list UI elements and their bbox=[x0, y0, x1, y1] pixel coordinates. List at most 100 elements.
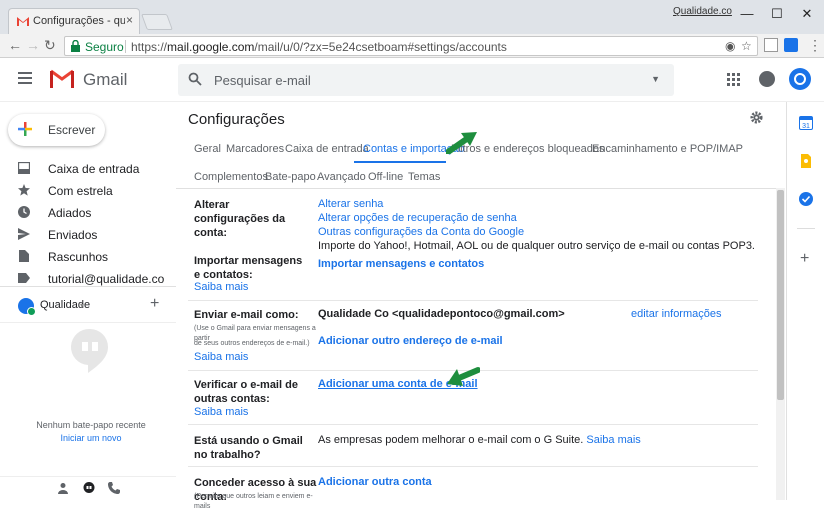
learn-more-link[interactable]: Saiba mais bbox=[194, 351, 248, 363]
row-divider bbox=[188, 424, 758, 425]
new-tab-button[interactable] bbox=[141, 14, 173, 30]
browser-tab[interactable]: Configurações - qualidade × bbox=[8, 8, 140, 34]
sidebar-item-label: Com estrela bbox=[48, 184, 113, 198]
chevron-down-icon[interactable]: ▾ bbox=[80, 301, 84, 310]
add-another-account-link[interactable]: Adicionar outra conta bbox=[318, 476, 432, 488]
person-icon[interactable] bbox=[57, 482, 69, 494]
inbox-icon bbox=[18, 162, 30, 174]
start-chat-link[interactable]: Iniciar um novo bbox=[0, 433, 182, 443]
import-mail-link[interactable]: Importar mensagens e contatos bbox=[318, 258, 484, 270]
change-password-link[interactable]: Alterar senha bbox=[318, 198, 383, 210]
tab-close-icon[interactable]: × bbox=[126, 13, 133, 27]
google-account-link[interactable]: Outras configurações da Conta do Google bbox=[318, 226, 524, 238]
row-divider bbox=[188, 466, 758, 467]
tab-themes[interactable]: Temas bbox=[408, 171, 440, 183]
account-avatar[interactable] bbox=[789, 68, 811, 90]
add-address-link[interactable]: Adicionar outro endereço de e-mail bbox=[318, 335, 503, 347]
draft-icon bbox=[19, 250, 29, 262]
chat-bubble-icon bbox=[70, 328, 108, 373]
learn-more-link[interactable]: Saiba mais bbox=[194, 281, 248, 293]
tab-general[interactable]: Geral bbox=[194, 143, 221, 155]
close-window-icon[interactable]: ✕ bbox=[792, 3, 822, 25]
tabs-divider bbox=[176, 188, 782, 189]
search-icon[interactable] bbox=[188, 72, 202, 86]
sidebar-item-label: Caixa de entrada bbox=[48, 162, 140, 176]
keep-icon[interactable] bbox=[799, 154, 813, 168]
svg-text:31: 31 bbox=[802, 123, 810, 130]
send-as-help-2: de seus outros endereços de e-mail.) bbox=[194, 340, 310, 347]
scrollbar-thumb[interactable] bbox=[777, 190, 784, 400]
change-recovery-link[interactable]: Alterar opções de recuperação de senha bbox=[318, 212, 517, 224]
hangouts-avatar[interactable] bbox=[18, 298, 36, 316]
calendar-icon[interactable]: 31 bbox=[799, 116, 813, 130]
sidebar-item-snoozed[interactable]: Adiados bbox=[0, 202, 176, 224]
learn-more-link[interactable]: Saiba mais bbox=[194, 406, 248, 418]
search-options-icon[interactable]: ▼ bbox=[651, 74, 660, 84]
tab-labels[interactable]: Marcadores bbox=[226, 143, 284, 155]
reload-icon[interactable]: ↻ bbox=[44, 37, 56, 54]
url-path: /mail/u/0/?zx=5e24csetboam#settings/acco… bbox=[254, 40, 507, 54]
lock-icon bbox=[71, 40, 80, 52]
gmail-favicon-icon bbox=[17, 17, 29, 26]
compose-button[interactable]: Escrever bbox=[8, 114, 105, 146]
add-chat-icon[interactable]: + bbox=[150, 295, 159, 313]
sidebar-item-drafts[interactable]: Rascunhos bbox=[0, 246, 176, 268]
grant-access-help: (Permite que outros leiam e enviem e-mai… bbox=[194, 493, 313, 510]
sidebar-item-label: Enviados bbox=[48, 228, 98, 242]
menu-dots-icon[interactable]: ⋮ bbox=[808, 37, 822, 54]
extension-icon[interactable] bbox=[764, 38, 778, 52]
search-input[interactable] bbox=[214, 71, 614, 89]
address-bar[interactable]: Seguro https://mail.google.com/mail/u/0/… bbox=[64, 36, 758, 56]
tab-title: Configurações - qualidade bbox=[33, 15, 125, 27]
sidebar-item-label: tutorial@qualidade.co bbox=[48, 272, 165, 286]
notifications-icon[interactable] bbox=[759, 71, 775, 87]
side-panel-divider bbox=[797, 228, 815, 229]
bookmark-star-icon[interactable]: ☆ bbox=[741, 39, 752, 53]
work-text-body: As empresas podem melhorar o e-mail com … bbox=[318, 434, 584, 446]
row-label: Importar mensagens e contatos: bbox=[194, 255, 303, 281]
profile-name[interactable]: Qualidade.co bbox=[673, 6, 732, 17]
hangouts-divider bbox=[0, 322, 176, 323]
url-text[interactable]: https://mail.google.com/mail/u/0/?zx=5e2… bbox=[131, 40, 507, 54]
page-title: Configurações bbox=[188, 111, 285, 128]
tab-forwarding[interactable]: Encaminhamento e POP/IMAP bbox=[592, 143, 743, 155]
back-icon[interactable]: ← bbox=[8, 37, 22, 53]
forward-icon[interactable]: → bbox=[26, 37, 40, 53]
hangouts-icon[interactable] bbox=[83, 482, 95, 494]
sidebar-item-label: Rascunhos bbox=[48, 250, 109, 264]
learn-more-link[interactable]: Saiba mais bbox=[586, 434, 640, 446]
sidebar-item-starred[interactable]: Com estrela bbox=[0, 180, 176, 202]
star-icon bbox=[18, 184, 30, 196]
tab-advanced[interactable]: Avançado bbox=[317, 171, 366, 183]
work-text: As empresas podem melhorar o e-mail com … bbox=[318, 434, 641, 446]
gmail-logo-icon bbox=[50, 69, 74, 88]
phone-icon[interactable] bbox=[108, 482, 120, 494]
sidebar-item-sent[interactable]: Enviados bbox=[0, 224, 176, 246]
add-addon-icon[interactable]: + bbox=[800, 250, 809, 268]
minimize-icon[interactable]: — bbox=[732, 3, 762, 25]
tab-addons[interactable]: Complementos bbox=[194, 171, 268, 183]
tutorial-arrow-icon bbox=[446, 132, 477, 154]
tab-offline[interactable]: Off-line bbox=[368, 171, 403, 183]
tab-inbox[interactable]: Caixa de entrada bbox=[285, 143, 369, 155]
extension-2-icon[interactable] bbox=[784, 38, 798, 52]
sidebar-item-inbox[interactable]: Caixa de entrada bbox=[0, 158, 176, 180]
apps-grid-icon[interactable] bbox=[727, 73, 740, 86]
search-bar[interactable]: ▼ bbox=[178, 64, 674, 96]
send-icon bbox=[18, 228, 30, 240]
compose-plus-icon bbox=[18, 122, 32, 136]
tab-chat[interactable]: Bate-papo bbox=[265, 171, 316, 183]
maximize-icon[interactable]: ☐ bbox=[762, 3, 792, 25]
edit-info-link[interactable]: editar informações bbox=[631, 308, 722, 320]
settings-panel: Configurações Geral Marcadores Caixa de … bbox=[176, 102, 786, 510]
gear-icon[interactable] bbox=[750, 111, 763, 124]
tasks-icon[interactable] bbox=[799, 192, 813, 206]
left-sidebar: Escrever Caixa de entrada Com estrela Ad… bbox=[0, 102, 176, 500]
settings-row-grant-access: Conceder acesso à sua conta: (Permite qu… bbox=[188, 474, 758, 510]
url-host: mail.google.com bbox=[167, 40, 255, 54]
main-menu-icon[interactable] bbox=[18, 72, 32, 84]
row-label: Está usando o Gmail no trabalho? bbox=[194, 435, 303, 461]
view-icon[interactable]: ◉ bbox=[725, 39, 735, 53]
url-scheme: https:// bbox=[131, 40, 168, 54]
settings-scrollbar[interactable] bbox=[776, 188, 785, 500]
